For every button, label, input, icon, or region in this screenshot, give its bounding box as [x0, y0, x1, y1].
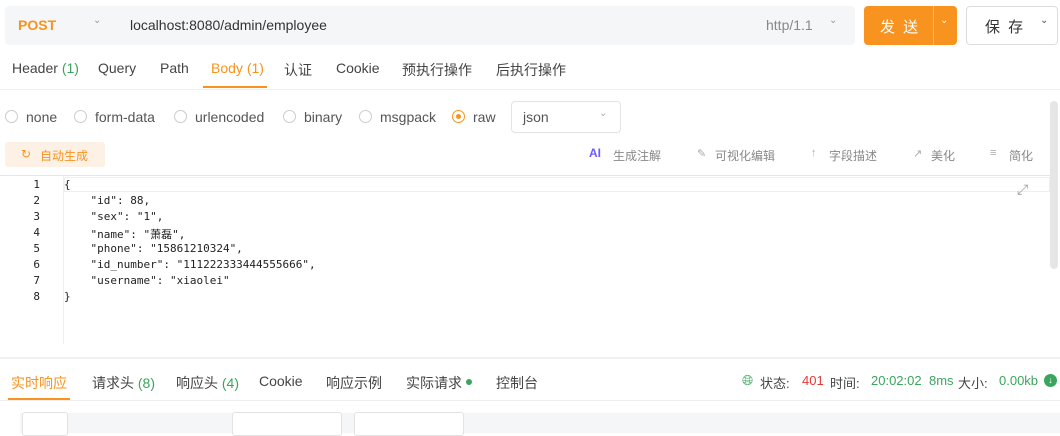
line-number: 1 — [33, 178, 40, 191]
status-dot — [466, 379, 472, 385]
send-divider — [933, 6, 934, 45]
code-line[interactable]: "id": 88, — [64, 194, 150, 207]
tab-response-headers[interactable]: 响应头 (4) — [176, 373, 239, 393]
tab-query[interactable]: Query — [98, 60, 136, 76]
line-number: 2 — [33, 194, 40, 207]
format-select-value[interactable]: json — [523, 109, 549, 125]
line-number: 7 — [33, 274, 40, 287]
send-button-label[interactable]: 发 送 — [880, 16, 920, 37]
radio-label-msgpack[interactable]: msgpack — [380, 109, 436, 125]
divider — [0, 89, 1060, 90]
line-number: 6 — [33, 258, 40, 271]
code-line[interactable]: "name": "萧磊", — [64, 226, 185, 242]
code-line[interactable]: } — [64, 290, 71, 303]
save-button-label[interactable]: 保 存 — [985, 16, 1025, 37]
send-options-chevron-icon[interactable]: ⌄ — [940, 15, 948, 26]
line-number: 5 — [33, 242, 40, 255]
code-line[interactable]: "sex": "1", — [64, 210, 163, 223]
view-mode-segment[interactable] — [22, 412, 68, 436]
ai-icon[interactable]: AI — [589, 146, 601, 160]
chevron-down-icon[interactable]: ⌄ — [93, 15, 101, 26]
radio-none[interactable] — [5, 110, 18, 123]
save-options-chevron-icon[interactable]: ⌄ — [1040, 15, 1048, 26]
time-label: 时间: — [830, 376, 860, 391]
radio-label-raw[interactable]: raw — [473, 109, 496, 125]
code-line[interactable]: "id_number": "111222333444555666", — [64, 258, 315, 271]
download-icon[interactable]: ↓ — [1044, 374, 1057, 387]
tab-request-headers[interactable]: 请求头 (8) — [92, 373, 155, 393]
radio-label-urlencoded[interactable]: urlencoded — [195, 109, 264, 125]
divider — [0, 400, 1060, 401]
expand-icon[interactable]: ⤢ — [1017, 181, 1028, 198]
simplify-button[interactable]: 简化 — [1009, 147, 1033, 164]
magic-wand-icon[interactable]: ↗ — [913, 147, 922, 160]
active-tab-indicator — [203, 86, 267, 88]
encoding-dropdown[interactable] — [354, 412, 464, 436]
vertical-scrollbar[interactable] — [1050, 101, 1058, 269]
url-input[interactable]: localhost:8080/admin/employee — [130, 17, 327, 33]
tab-header[interactable]: Header (1) — [12, 60, 79, 76]
format-dropdown[interactable] — [232, 412, 342, 436]
http-version-select[interactable]: http/1.1 — [766, 17, 813, 33]
code-line[interactable]: "phone": "15861210324", — [64, 242, 242, 255]
status-code: 401 — [802, 373, 824, 388]
tab-console[interactable]: 控制台 — [496, 373, 538, 393]
radio-label-form-data[interactable]: form-data — [95, 109, 155, 125]
edit-icon[interactable]: ✎ — [697, 147, 706, 160]
refresh-icon[interactable]: ↻ — [21, 147, 31, 161]
radio-raw[interactable] — [452, 110, 465, 123]
globe-icon[interactable]: 🌐︎ — [742, 372, 753, 389]
tab-body[interactable]: Body (1) — [211, 60, 264, 76]
radio-form-data[interactable] — [74, 110, 87, 123]
time-value: 20:02:02 — [871, 373, 922, 388]
radio-msgpack[interactable] — [359, 110, 372, 123]
tab-path[interactable]: Path — [160, 60, 189, 76]
tab-realtime-response[interactable]: 实时响应 — [11, 373, 67, 393]
status-label: 状态: — [760, 376, 790, 391]
compress-icon[interactable]: ≡ — [990, 147, 996, 159]
code-line[interactable]: "username": "xiaolei" — [64, 274, 229, 287]
method-select[interactable]: POST — [18, 17, 56, 33]
size-value: 0.00kb — [999, 373, 1039, 388]
beautify-button[interactable]: 美化 — [931, 147, 955, 164]
tab-cookie[interactable]: Cookie — [336, 60, 380, 76]
radio-urlencoded[interactable] — [174, 110, 187, 123]
tab-auth[interactable]: 认证 — [284, 60, 312, 80]
radio-label-binary[interactable]: binary — [304, 109, 342, 125]
radio-binary[interactable] — [283, 110, 296, 123]
editor-active-line — [64, 177, 1050, 192]
line-number: 8 — [33, 290, 40, 303]
editor-border — [0, 175, 1050, 176]
tab-pre-request[interactable]: 预执行操作 — [402, 60, 472, 80]
tab-response-example[interactable]: 响应示例 — [326, 373, 382, 393]
radio-label-none[interactable]: none — [26, 109, 57, 125]
size-label: 大小: — [958, 376, 988, 391]
code-line[interactable]: { — [64, 178, 71, 191]
chevron-down-icon[interactable]: ⌄ — [829, 15, 837, 26]
response-toolbar — [20, 413, 1060, 433]
line-number: 4 — [33, 226, 40, 239]
tab-response-cookie[interactable]: Cookie — [259, 373, 303, 389]
generate-comments-button[interactable]: 生成注解 — [613, 147, 661, 164]
arrow-up-icon[interactable]: ↑ — [811, 147, 817, 159]
tab-post-request[interactable]: 后执行操作 — [496, 60, 566, 80]
tab-actual-request[interactable]: 实际请求 — [406, 373, 462, 393]
duration-value: 8ms — [929, 373, 954, 388]
field-description-button[interactable]: 字段描述 — [829, 147, 877, 164]
chevron-down-icon[interactable]: ⌄ — [599, 108, 607, 119]
section-divider — [0, 357, 1060, 359]
auto-generate-label[interactable]: 自动生成 — [40, 147, 88, 164]
visual-edit-button[interactable]: 可视化编辑 — [715, 147, 775, 164]
line-number: 3 — [33, 210, 40, 223]
